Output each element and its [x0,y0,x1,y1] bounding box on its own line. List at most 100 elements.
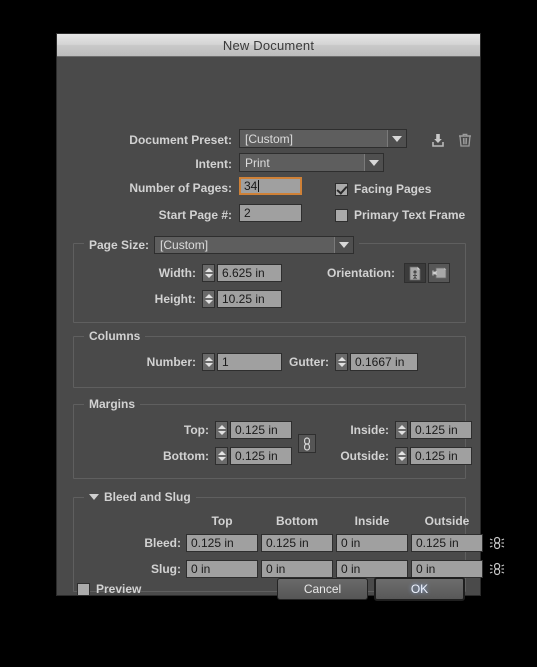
gutter-label: Gutter: [289,355,329,369]
document-preset-select[interactable]: [Custom] [239,129,407,148]
columns-group: Columns Number: 1 Gutter: 0.1667 in [73,329,466,388]
width-label: Width: [158,266,196,280]
facing-pages-label: Facing Pages [354,182,432,196]
bleed-slug-group-title[interactable]: Bleed and Slug [84,490,196,504]
margin-outside-label: Outside: [340,449,389,463]
height-stepper[interactable] [202,290,215,308]
number-of-pages-input[interactable]: 34 [239,177,302,195]
margin-outside-control[interactable]: 0.125 in [395,447,472,465]
landscape-orientation-icon[interactable] [428,263,450,283]
width-stepper[interactable] [202,264,215,282]
number-of-pages-label: Number of Pages: [129,181,232,195]
page-size-group-title: Page Size: [Custom] [84,236,360,254]
chevron-down-icon[interactable] [364,154,383,171]
columns-number-label: Number: [146,355,196,369]
chevron-down-icon[interactable] [89,494,99,500]
margins-group-title: Margins [84,397,141,411]
slug-inside-input[interactable]: 0 in [336,560,408,578]
slug-outside-value: 0 in [416,562,436,576]
margin-bottom-input[interactable]: 0.125 in [230,447,292,465]
intent-select[interactable]: Print [239,153,384,172]
bleed-inside-input[interactable]: 0 in [336,534,408,552]
orientation-label: Orientation: [327,266,395,280]
margin-top-control[interactable]: 0.125 in [215,421,292,439]
portrait-orientation-icon[interactable] [404,263,426,283]
slug-row-label: Slug: [151,562,181,576]
bleed-col-header-inside: Inside [354,514,390,528]
checkbox-box[interactable] [335,208,348,222]
margin-bottom-control[interactable]: 0.125 in [215,447,292,465]
margin-outside-stepper[interactable] [395,447,408,465]
cancel-button[interactable]: Cancel [277,578,368,600]
preview-checkbox[interactable]: Preview [77,582,141,596]
margin-top-value: 0.125 in [235,423,278,437]
ok-button[interactable]: OK [374,577,465,601]
page-size-select[interactable]: [Custom] [154,236,355,254]
save-preset-icon[interactable] [427,130,449,150]
slug-outside-input[interactable]: 0 in [411,560,483,578]
columns-group-title: Columns [84,329,146,343]
preview-label: Preview [96,582,142,596]
margin-inside-control[interactable]: 0.125 in [395,421,472,439]
margin-inside-input[interactable]: 0.125 in [410,421,472,439]
height-control[interactable]: 10.25 in [202,290,282,308]
slug-chain-link-icon[interactable] [488,560,506,583]
start-page-input[interactable]: 2 [239,204,302,222]
columns-number-value: 1 [222,355,229,369]
width-value: 6.625 in [222,266,265,280]
start-page-value: 2 [244,206,251,220]
page-size-group: Page Size: [Custom] Width: 6.625 in Heig… [73,236,466,323]
bleed-inside-value: 0 in [341,536,361,550]
margin-top-stepper[interactable] [215,421,228,439]
slug-top-input[interactable]: 0 in [186,560,258,578]
margins-group: Margins Top: 0.125 in Bottom: 0.125 in I… [73,397,472,479]
chevron-down-icon[interactable] [387,130,406,147]
document-preset-value: [Custom] [245,131,294,146]
primary-text-frame-label: Primary Text Frame [354,208,466,222]
trash-icon[interactable] [454,130,476,150]
cancel-button-label: Cancel [303,582,342,596]
primary-text-frame-checkbox[interactable]: Primary Text Frame [335,208,465,222]
bleed-top-input[interactable]: 0.125 in [186,534,258,552]
gutter-stepper[interactable] [335,353,348,371]
text-caret [258,180,260,192]
margin-outside-input[interactable]: 0.125 in [410,447,472,465]
new-document-dialog: New Document Document Preset: [Custom] I… [56,33,505,601]
checkbox-box[interactable] [335,182,348,196]
margin-inside-stepper[interactable] [395,421,408,439]
bleed-outside-input[interactable]: 0.125 in [411,534,483,552]
margin-bottom-stepper[interactable] [215,447,228,465]
bleed-bottom-input[interactable]: 0.125 in [261,534,333,552]
margin-inside-value: 0.125 in [415,423,458,437]
page-title: New Document [222,37,315,53]
margin-top-label: Top: [183,423,209,437]
gutter-value: 0.1667 in [355,355,405,369]
chevron-down-icon[interactable] [334,237,354,253]
width-input[interactable]: 6.625 in [217,264,282,282]
slug-bottom-value: 0 in [266,562,286,576]
width-control[interactable]: 6.625 in [202,264,282,282]
document-preset-label: Document Preset: [129,133,232,147]
bleed-chain-link-icon[interactable] [488,534,506,557]
checkbox-box[interactable] [77,582,90,596]
margin-bottom-label: Bottom: [163,449,209,463]
dialog-body: Document Preset: [Custom] Intent: Print … [57,57,505,601]
ok-button-label: OK [410,582,429,596]
dialog-titlebar: New Document [57,34,480,57]
height-value: 10.25 in [222,292,265,306]
start-page-label: Start Page #: [158,208,232,222]
columns-number-stepper[interactable] [202,353,215,371]
bleed-row-label: Bleed: [144,536,181,550]
bleed-top-value: 0.125 in [191,536,234,550]
margin-top-input[interactable]: 0.125 in [230,421,292,439]
height-input[interactable]: 10.25 in [217,290,282,308]
margins-label: Margins [89,397,136,411]
number-of-pages-value: 34 [244,179,258,193]
gutter-control[interactable]: 0.1667 in [335,353,418,371]
intent-label: Intent: [195,157,232,171]
slug-bottom-input[interactable]: 0 in [261,560,333,578]
facing-pages-checkbox[interactable]: Facing Pages [335,182,431,196]
gutter-input[interactable]: 0.1667 in [350,353,418,371]
slug-top-value: 0 in [191,562,211,576]
margin-bottom-value: 0.125 in [235,449,278,463]
